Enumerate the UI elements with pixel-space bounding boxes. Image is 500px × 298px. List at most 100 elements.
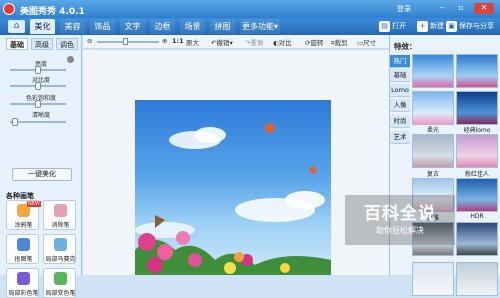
fx-label: 柔光 bbox=[426, 127, 439, 134]
tab-collage[interactable]: 拼图 bbox=[210, 19, 235, 34]
home-icon[interactable]: ⌂ bbox=[8, 20, 25, 33]
fx-thumb[interactable] bbox=[456, 54, 498, 88]
tab-basic[interactable]: 基础 bbox=[6, 38, 28, 50]
zoom-slider[interactable] bbox=[97, 38, 159, 45]
close-icon[interactable]: ✕ bbox=[474, 3, 494, 14]
sharpness-knob[interactable] bbox=[12, 118, 18, 126]
new-button[interactable]: + 新建 bbox=[417, 19, 444, 34]
contrast-knob[interactable] bbox=[35, 82, 41, 90]
main-nav: ⌂ 美化 美容 饰品 文字 边框 场景 拼图 更多功能▾ ▤ 打开 + 新建 ▣ 保存… bbox=[0, 18, 500, 35]
tab-text[interactable]: 文字 bbox=[120, 19, 145, 34]
fx-thumb[interactable] bbox=[456, 134, 498, 168]
contrast-slider[interactable] bbox=[10, 82, 66, 90]
tab-more-label: 更多功能 bbox=[241, 22, 274, 31]
fx-cat-art[interactable]: 艺术 bbox=[390, 131, 410, 144]
tool-label: 抠图笔 bbox=[14, 256, 33, 263]
tab-frame[interactable]: 边框 bbox=[150, 19, 175, 34]
crop-button[interactable]: ⌗裁剪 bbox=[331, 37, 348, 48]
zoom-out-icon[interactable]: ⊖ bbox=[87, 37, 92, 45]
contrast-label: 对比度 bbox=[31, 77, 50, 84]
fx-label: 粉红佳人 bbox=[464, 171, 489, 178]
crop-label: 裁剪 bbox=[334, 39, 348, 47]
one-click-beautify-button[interactable]: 一键美化 bbox=[12, 168, 72, 181]
tab-advanced[interactable]: 高级 bbox=[31, 38, 53, 50]
fx-cat-fashion[interactable]: 时尚 bbox=[390, 115, 410, 128]
fx-thumb[interactable] bbox=[456, 262, 498, 296]
open-label: 打开 bbox=[392, 22, 406, 30]
watermark-subtitle: 助你轻松解决 bbox=[376, 226, 424, 235]
rotate-label: 旋转 bbox=[310, 39, 324, 47]
tab-more[interactable]: 更多功能▾ bbox=[240, 19, 280, 34]
brightness-label: 亮度 bbox=[34, 61, 47, 68]
fx-cat-lomo[interactable]: Lomo bbox=[390, 84, 410, 97]
tab-decor[interactable]: 饰品 bbox=[90, 19, 115, 34]
eraser-brush-tool[interactable]: 消除笔 bbox=[43, 200, 76, 230]
sharpness-slider[interactable] bbox=[10, 118, 66, 126]
fx-cat-basic[interactable]: 基础 bbox=[390, 69, 410, 82]
app-logo-icon bbox=[3, 3, 15, 15]
mosaic-icon bbox=[54, 238, 67, 251]
tab-color[interactable]: 调色 bbox=[56, 38, 78, 50]
title-bar: 美图秀秀 4.0.1 登录 ‒ ▫ ✕ bbox=[0, 0, 500, 18]
zoom-ratio[interactable]: 1:1 bbox=[172, 37, 184, 45]
minimize-icon[interactable]: ‒ bbox=[436, 3, 448, 14]
fx-thumb[interactable] bbox=[456, 222, 498, 256]
color-brush-icon bbox=[17, 272, 30, 285]
open-button[interactable]: ▤ 打开 bbox=[379, 19, 406, 34]
rotate-button[interactable]: ⟳旋转 bbox=[305, 37, 323, 47]
fx-thumb[interactable] bbox=[412, 134, 454, 168]
plus-icon: + bbox=[417, 20, 428, 32]
partial-color-brush-tool[interactable]: 局部彩色笔 bbox=[6, 268, 39, 298]
redo-label: 重做 bbox=[250, 39, 264, 47]
redo-button[interactable]: ↷重做 bbox=[245, 37, 263, 47]
undo-label: 撤销 bbox=[216, 39, 230, 47]
saturation-label: 色彩饱和度 bbox=[25, 95, 56, 102]
save-share-button[interactable]: ▣ 保存与分享 bbox=[446, 19, 494, 34]
zoom-knob[interactable] bbox=[123, 38, 128, 45]
save-label: 保存与分享 bbox=[459, 22, 494, 30]
brightness-slider[interactable] bbox=[10, 66, 66, 74]
new-badge: NEW bbox=[27, 201, 41, 207]
brightness-knob[interactable] bbox=[35, 66, 41, 74]
resize-button[interactable]: ▭尺寸 bbox=[357, 37, 376, 47]
watermark: 百科全说 助你轻松解决 bbox=[345, 195, 455, 245]
original-size-button[interactable]: 原大 bbox=[186, 37, 199, 47]
maximize-icon[interactable]: ▫ bbox=[455, 3, 467, 14]
app-title: 美图秀秀 4.0.1 bbox=[20, 7, 85, 17]
edit-toolbar: ⊖ ⊕ 1:1 原大 ↶撤销▾ ↷重做 ◐对比 ⟳旋转 ⌗裁剪 ▭尺寸 bbox=[83, 35, 389, 49]
fx-cat-portrait[interactable]: 人像 bbox=[390, 99, 410, 112]
folder-icon: ▤ bbox=[379, 20, 390, 32]
compare-button[interactable]: ◐对比 bbox=[273, 37, 292, 47]
fx-label: 经典lomo bbox=[463, 127, 491, 134]
tab-beauty[interactable]: 美容 bbox=[60, 19, 85, 34]
resize-label: 尺寸 bbox=[363, 39, 377, 47]
saturation-knob[interactable] bbox=[35, 100, 41, 108]
adjust-panel: 基础 高级 调色 亮度 对比度 色彩饱和度 清晰度 一键美化 各种画笔 NEW 涂… bbox=[0, 35, 82, 298]
fx-thumb[interactable] bbox=[412, 54, 454, 88]
fx-thumb-soft-light[interactable] bbox=[412, 91, 454, 125]
mosaic-brush-tool[interactable]: 局部马赛克 bbox=[43, 234, 76, 264]
fx-thumb-classic-lomo[interactable] bbox=[456, 91, 498, 125]
tool-label: 局部马赛克 bbox=[45, 256, 76, 263]
photo-image bbox=[135, 123, 331, 275]
undo-button[interactable]: ↶撤销▾ bbox=[211, 37, 233, 47]
tab-scene[interactable]: 场景 bbox=[180, 19, 205, 34]
photo-canvas[interactable] bbox=[135, 100, 331, 275]
fx-label: HDR bbox=[470, 213, 484, 220]
cutout-brush-tool[interactable]: 抠图笔 bbox=[6, 234, 39, 264]
graffiti-brush-tool[interactable]: NEW 涂鸦笔 bbox=[6, 200, 41, 230]
partial-recolor-brush-tool[interactable]: 局部变色笔 bbox=[43, 268, 76, 298]
tab-beautify[interactable]: 美化 bbox=[30, 19, 55, 34]
chevron-down-icon: ▾ bbox=[273, 22, 278, 31]
effects-title: 特效： bbox=[394, 42, 417, 51]
fx-thumb[interactable] bbox=[456, 178, 498, 212]
zoom-in-icon[interactable]: ⊕ bbox=[162, 37, 167, 45]
save-icon: ▣ bbox=[446, 20, 457, 32]
fx-thumb[interactable] bbox=[412, 262, 454, 296]
canvas-area bbox=[83, 50, 389, 275]
new-label: 新建 bbox=[430, 22, 444, 30]
login-link[interactable]: 登录 bbox=[397, 4, 411, 14]
fx-cat-hot[interactable]: 热门 bbox=[390, 55, 410, 68]
saturation-slider[interactable] bbox=[10, 100, 66, 108]
watermark-title: 百科全说 bbox=[364, 204, 436, 224]
